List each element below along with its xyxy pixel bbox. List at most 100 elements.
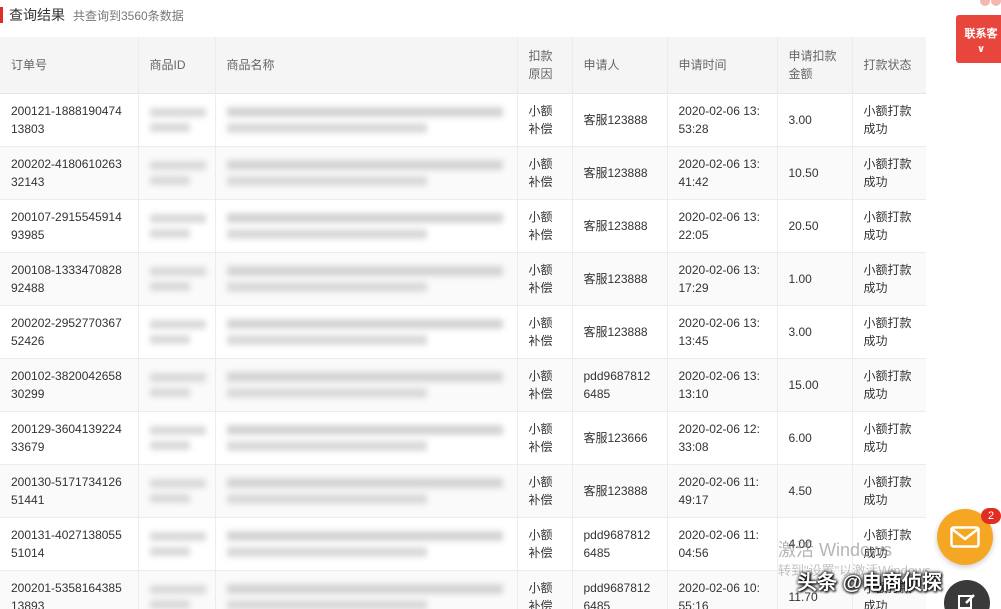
cell-amount: 10.50 bbox=[777, 146, 853, 200]
envelope-icon bbox=[950, 526, 980, 548]
cell-payment-status: 小额打款成功 bbox=[852, 358, 926, 412]
cell-deduction-reason: 小额补偿 bbox=[517, 570, 573, 609]
cell-product-name bbox=[215, 358, 518, 412]
redacted-product-name bbox=[226, 599, 427, 609]
toutiao-watermark: 头条 @电商侦探 bbox=[797, 572, 943, 594]
redacted-product-id bbox=[149, 213, 206, 223]
cell-deduction-reason: 小额补偿 bbox=[517, 464, 573, 518]
decoration-dot bbox=[991, 0, 1001, 6]
cell-applicant: 客服123888 bbox=[572, 199, 668, 253]
cell-payment-status: 小额打款成功 bbox=[852, 199, 926, 253]
cell-product-id bbox=[138, 464, 216, 518]
cell-product-id bbox=[138, 517, 216, 571]
table-row: 200121-188819047413803 小额补偿 客服123888 2020-0… bbox=[0, 93, 926, 147]
cell-deduction-reason: 小额补偿 bbox=[517, 358, 573, 412]
table-row: 200202-295277036752426 小额补偿 客服123888 2020-0… bbox=[0, 305, 926, 359]
redacted-product-name bbox=[226, 424, 503, 435]
windows-activation-watermark: 激活 Windows bbox=[778, 540, 893, 560]
cell-order-id: 200201-535816438513893 bbox=[0, 570, 139, 609]
results-table: 订单号 商品ID 商品名称 扣款原因 申请人 申请时间 申请扣款金额 打款状态 … bbox=[0, 37, 926, 609]
cell-deduction-reason: 小额补偿 bbox=[517, 252, 573, 306]
redacted-product-name bbox=[226, 440, 427, 451]
redacted-product-name bbox=[226, 228, 427, 239]
redacted-product-name bbox=[226, 175, 427, 186]
cell-amount: 3.00 bbox=[777, 93, 853, 147]
cell-amount: 1.00 bbox=[777, 252, 853, 306]
cell-amount: 6.00 bbox=[777, 411, 853, 465]
cell-amount: 3.00 bbox=[777, 305, 853, 359]
table-row: 200202-418061026332143 小额补偿 客服123888 2020-0… bbox=[0, 146, 926, 200]
redacted-product-id bbox=[149, 493, 190, 503]
cell-applicant: 客服123888 bbox=[572, 93, 668, 147]
column-header-product-id: 商品ID bbox=[138, 37, 216, 94]
cell-order-id: 200108-133347082892488 bbox=[0, 252, 139, 306]
cell-amount: 15.00 bbox=[777, 358, 853, 412]
cell-apply-time: 2020-02-06 13:22:05 bbox=[667, 199, 778, 253]
results-header: 查询结果 共查询到3560条数据 bbox=[0, 0, 930, 30]
column-header-product-name: 商品名称 bbox=[215, 37, 518, 94]
table-row: 200129-360413922433679 小额补偿 客服123666 2020-0… bbox=[0, 411, 926, 465]
cell-payment-status: 小额打款成功 bbox=[852, 252, 926, 306]
column-header-order-id: 订单号 bbox=[0, 37, 139, 94]
redacted-product-name bbox=[226, 159, 503, 170]
decoration-dot bbox=[980, 0, 990, 6]
cell-order-id: 200107-291554591493985 bbox=[0, 199, 139, 253]
cell-payment-status: 小额打款成功 bbox=[852, 464, 926, 518]
contact-service-button[interactable]: 联系客 ∨ bbox=[956, 15, 1001, 63]
redacted-product-id bbox=[149, 440, 190, 450]
cell-product-name bbox=[215, 570, 518, 609]
redacted-product-name bbox=[226, 265, 503, 276]
cell-deduction-reason: 小额补偿 bbox=[517, 93, 573, 147]
cell-product-id bbox=[138, 252, 216, 306]
redacted-product-id bbox=[149, 107, 206, 117]
cell-amount: 4.50 bbox=[777, 464, 853, 518]
cell-applicant: pdd96878126485 bbox=[572, 358, 668, 412]
redacted-product-name bbox=[226, 281, 427, 292]
redacted-product-name bbox=[226, 583, 503, 594]
redacted-product-id bbox=[149, 334, 190, 344]
cell-apply-time: 2020-02-06 13:13:45 bbox=[667, 305, 778, 359]
column-header-applicant: 申请人 bbox=[572, 37, 668, 94]
cell-product-name bbox=[215, 517, 518, 571]
cell-deduction-reason: 小额补偿 bbox=[517, 411, 573, 465]
message-count-badge: 2 bbox=[981, 508, 1001, 524]
redacted-product-name bbox=[226, 530, 503, 541]
redacted-product-id bbox=[149, 372, 206, 382]
table-body: 200121-188819047413803 小额补偿 客服123888 2020-0… bbox=[0, 93, 926, 609]
column-header-payment-status: 打款状态 bbox=[852, 37, 926, 94]
redacted-product-id bbox=[149, 228, 190, 238]
redacted-product-id bbox=[149, 546, 190, 556]
cell-apply-time: 2020-02-06 12:33:08 bbox=[667, 411, 778, 465]
redacted-product-id bbox=[149, 478, 206, 488]
cell-product-name bbox=[215, 411, 518, 465]
redacted-product-name bbox=[226, 212, 503, 223]
cell-payment-status: 小额打款成功 bbox=[852, 93, 926, 147]
redacted-product-id bbox=[149, 122, 190, 132]
cell-product-name bbox=[215, 252, 518, 306]
redacted-product-name bbox=[226, 371, 503, 382]
redacted-product-id bbox=[149, 319, 206, 329]
cell-order-id: 200131-402713805551014 bbox=[0, 517, 139, 571]
cell-order-id: 200202-418061026332143 bbox=[0, 146, 139, 200]
table-row: 200102-382004265830299 小额补偿 pdd96878126485… bbox=[0, 358, 926, 412]
edit-icon bbox=[958, 594, 975, 609]
redacted-product-name bbox=[226, 334, 427, 345]
cell-product-name bbox=[215, 464, 518, 518]
cell-apply-time: 2020-02-06 11:04:56 bbox=[667, 517, 778, 571]
cell-product-id bbox=[138, 93, 216, 147]
cell-applicant: pdd96878126485 bbox=[572, 570, 668, 609]
table-row: 200107-291554591493985 小额补偿 客服123888 2020-0… bbox=[0, 199, 926, 253]
cell-product-id bbox=[138, 411, 216, 465]
cell-payment-status: 小额打款成功 bbox=[852, 305, 926, 359]
cell-product-name bbox=[215, 93, 518, 147]
edit-feedback-button[interactable] bbox=[944, 580, 990, 609]
cell-payment-status: 小额打款成功 bbox=[852, 411, 926, 465]
redacted-product-id bbox=[149, 160, 206, 170]
cell-product-id bbox=[138, 570, 216, 609]
table-row: 200108-133347082892488 小额补偿 客服123888 2020-0… bbox=[0, 252, 926, 306]
page-title: 查询结果 bbox=[9, 7, 65, 23]
cell-product-id bbox=[138, 358, 216, 412]
redacted-product-name bbox=[226, 318, 503, 329]
redacted-product-name bbox=[226, 493, 427, 504]
cell-order-id: 200121-188819047413803 bbox=[0, 93, 139, 147]
